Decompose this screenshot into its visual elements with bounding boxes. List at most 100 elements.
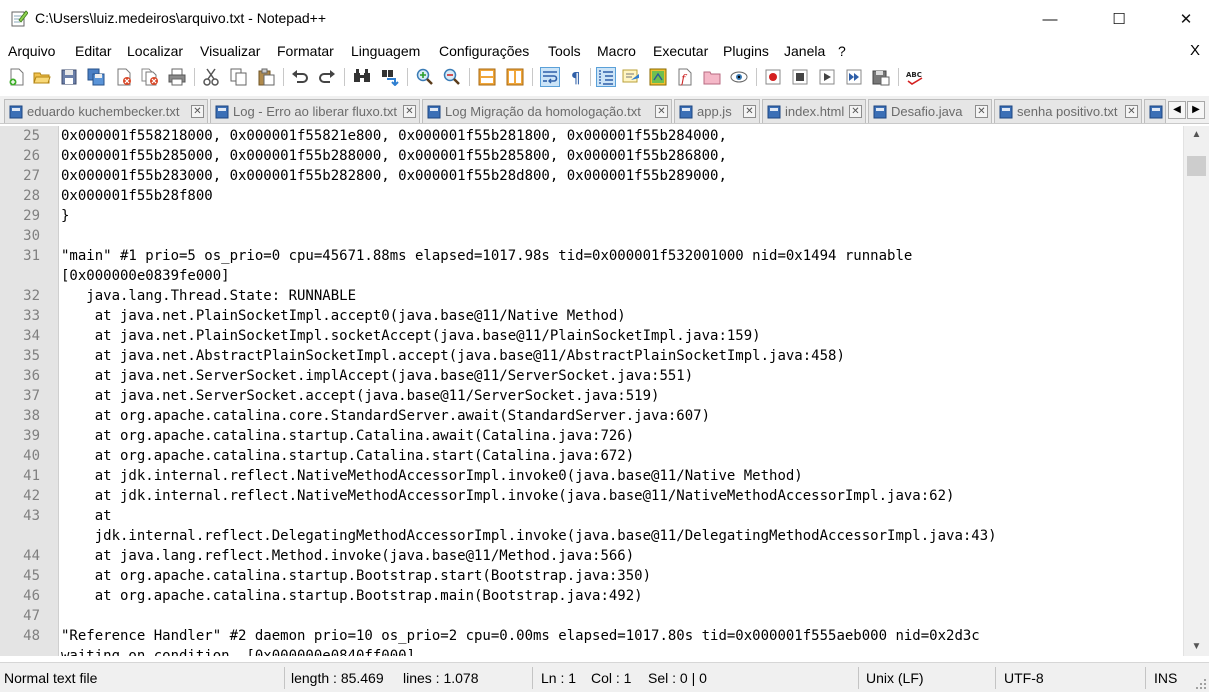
editor-line[interactable]: 31 "main" #1 prio=5 os_prio=0 cpu=45671.8…	[0, 246, 1183, 266]
tab-desafio-java[interactable]: Desafio.java ✕	[868, 99, 992, 123]
menu-plugins[interactable]: Plugins	[723, 43, 769, 59]
menu-localizar[interactable]: Localizar	[127, 43, 183, 59]
save-all-icon[interactable]	[86, 67, 106, 87]
sync-vertical-icon[interactable]	[477, 67, 497, 87]
tab-close-icon[interactable]: ✕	[849, 105, 862, 118]
line-text[interactable]: waiting on condition [0x000000e0840ff000…	[61, 646, 415, 656]
scrollbar-thumb[interactable]	[1187, 156, 1206, 176]
editor-line[interactable]: jdk.internal.reflect.DelegatingMethodAcc…	[0, 526, 1183, 546]
menu-arquivo[interactable]: Arquivo	[8, 43, 55, 59]
editor-line[interactable]: 36 at java.net.ServerSocket.implAccept(j…	[0, 366, 1183, 386]
tab-scroll-right-icon[interactable]: ▶	[1187, 101, 1205, 119]
editor-line[interactable]: 45 at org.apache.catalina.startup.Bootst…	[0, 566, 1183, 586]
editor-line[interactable]: 26 0x000001f55b285000, 0x000001f55b288000…	[0, 146, 1183, 166]
word-wrap-icon[interactable]	[540, 67, 560, 87]
menu-editar[interactable]: Editar	[75, 43, 112, 59]
editor-line[interactable]: [0x000000e0839fe000]	[0, 266, 1183, 286]
maximize-button[interactable]: ☐	[1096, 0, 1142, 38]
minimize-button[interactable]: —	[1027, 0, 1073, 38]
line-text[interactable]: at java.net.AbstractPlainSocketImpl.acce…	[61, 346, 845, 366]
new-file-icon[interactable]	[7, 67, 27, 87]
line-text[interactable]: at	[61, 506, 112, 526]
editor-line[interactable]: 38 at org.apache.catalina.core.StandardS…	[0, 406, 1183, 426]
editor-line[interactable]: 40 at org.apache.catalina.startup.Catali…	[0, 446, 1183, 466]
record-macro-icon[interactable]	[763, 67, 783, 87]
editor-line[interactable]: 39 at org.apache.catalina.startup.Catali…	[0, 426, 1183, 446]
line-text[interactable]: at java.net.ServerSocket.implAccept(java…	[61, 366, 693, 386]
paste-icon[interactable]	[256, 67, 276, 87]
line-text[interactable]: jdk.internal.reflect.DelegatingMethodAcc…	[61, 526, 997, 546]
save-icon[interactable]	[59, 67, 79, 87]
editor-line[interactable]: 47	[0, 606, 1183, 626]
document-map-icon[interactable]	[648, 67, 668, 87]
menu-janela[interactable]: Janela	[784, 43, 825, 59]
status-encoding[interactable]: UTF-8	[1004, 670, 1044, 686]
editor-line[interactable]: 48 "Reference Handler" #2 daemon prio=10 …	[0, 626, 1183, 646]
line-text[interactable]: }	[61, 206, 69, 226]
line-text[interactable]: at org.apache.catalina.startup.Bootstrap…	[61, 586, 643, 606]
line-text[interactable]: 0x000001f558218000, 0x000001f55821e800, …	[61, 126, 727, 146]
line-text[interactable]: 0x000001f55b283000, 0x000001f55b282800, …	[61, 166, 727, 186]
line-text[interactable]: 0x000001f55b285000, 0x000001f55b288000, …	[61, 146, 727, 166]
sync-horizontal-icon[interactable]	[505, 67, 525, 87]
line-text[interactable]: at org.apache.catalina.startup.Catalina.…	[61, 426, 634, 446]
editor-line[interactable]: 32 java.lang.Thread.State: RUNNABLE	[0, 286, 1183, 306]
editor-line[interactable]: 28 0x000001f55b28f800	[0, 186, 1183, 206]
scroll-down-icon[interactable]: ▼	[1184, 638, 1209, 656]
status-eol[interactable]: Unix (LF)	[866, 670, 924, 686]
menu-visualizar[interactable]: Visualizar	[200, 43, 260, 59]
editor-line[interactable]: 44 at java.lang.reflect.Method.invoke(ja…	[0, 546, 1183, 566]
line-text[interactable]: [0x000000e0839fe000]	[61, 266, 230, 286]
editor-line[interactable]: 27 0x000001f55b283000, 0x000001f55b282800…	[0, 166, 1183, 186]
print-icon[interactable]	[167, 67, 187, 87]
line-text[interactable]: "main" #1 prio=5 os_prio=0 cpu=45671.88m…	[61, 246, 912, 266]
tab-log-erro-liberar-fluxo[interactable]: Log - Erro ao liberar fluxo.txt ✕	[210, 99, 420, 123]
editor-line[interactable]: 43 at	[0, 506, 1183, 526]
zoom-out-icon[interactable]	[442, 67, 462, 87]
stop-macro-icon[interactable]	[790, 67, 810, 87]
tab-senha-positivo[interactable]: senha positivo.txt ✕	[994, 99, 1142, 123]
run-macro-multiple-icon[interactable]	[844, 67, 864, 87]
tab-eduardo-kuchembecker[interactable]: eduardo kuchembecker.txt ✕	[4, 99, 208, 123]
close-window-button[interactable]: ✕	[1163, 0, 1209, 38]
resize-grip-icon[interactable]	[1196, 679, 1206, 689]
replace-icon[interactable]	[380, 67, 400, 87]
close-document-button[interactable]: X	[1190, 42, 1200, 59]
line-text[interactable]: "Reference Handler" #2 daemon prio=10 os…	[61, 626, 980, 646]
tab-arquivo-txt[interactable]	[1144, 99, 1166, 123]
line-text[interactable]: at org.apache.catalina.startup.Catalina.…	[61, 446, 634, 466]
zoom-in-icon[interactable]	[415, 67, 435, 87]
line-text[interactable]: at java.net.ServerSocket.accept(java.bas…	[61, 386, 660, 406]
open-file-icon[interactable]	[32, 67, 52, 87]
menu-linguagem[interactable]: Linguagem	[351, 43, 420, 59]
close-icon[interactable]	[114, 67, 134, 87]
line-text[interactable]: 0x000001f55b28f800	[61, 186, 213, 206]
user-language-icon[interactable]	[621, 67, 641, 87]
line-text[interactable]: at java.lang.reflect.Method.invoke(java.…	[61, 546, 634, 566]
tab-close-icon[interactable]: ✕	[975, 105, 988, 118]
tab-close-icon[interactable]: ✕	[743, 105, 756, 118]
line-text[interactable]: at org.apache.catalina.core.StandardServ…	[61, 406, 710, 426]
editor-line[interactable]: 37 at java.net.ServerSocket.accept(java.…	[0, 386, 1183, 406]
tab-close-icon[interactable]: ✕	[403, 105, 416, 118]
editor-line[interactable]: waiting on condition [0x000000e0840ff000…	[0, 646, 1183, 656]
text-editor[interactable]: 25 0x000001f558218000, 0x000001f55821e800…	[0, 126, 1183, 656]
editor-line[interactable]: 46 at org.apache.catalina.startup.Bootst…	[0, 586, 1183, 606]
indent-guide-icon[interactable]	[596, 67, 616, 87]
tab-log-migracao-homologacao[interactable]: Log Migração da homologação.txt ✕	[422, 99, 672, 123]
status-insert-mode[interactable]: INS	[1154, 670, 1177, 686]
tab-index-html[interactable]: index.html ✕	[762, 99, 866, 123]
save-macro-icon[interactable]	[871, 67, 891, 87]
tab-close-icon[interactable]: ✕	[1125, 105, 1138, 118]
tab-close-icon[interactable]: ✕	[191, 105, 204, 118]
tab-close-icon[interactable]: ✕	[655, 105, 668, 118]
line-text[interactable]: at java.net.PlainSocketImpl.socketAccept…	[61, 326, 761, 346]
close-all-icon[interactable]	[140, 67, 160, 87]
monitoring-icon[interactable]	[729, 67, 749, 87]
editor-line[interactable]: 29}	[0, 206, 1183, 226]
line-text[interactable]: at org.apache.catalina.startup.Bootstrap…	[61, 566, 651, 586]
function-list-icon[interactable]: f	[675, 67, 695, 87]
tab-scroll-left-icon[interactable]: ◀	[1168, 101, 1186, 119]
copy-icon[interactable]	[229, 67, 249, 87]
line-text[interactable]: at java.net.PlainSocketImpl.accept0(java…	[61, 306, 626, 326]
